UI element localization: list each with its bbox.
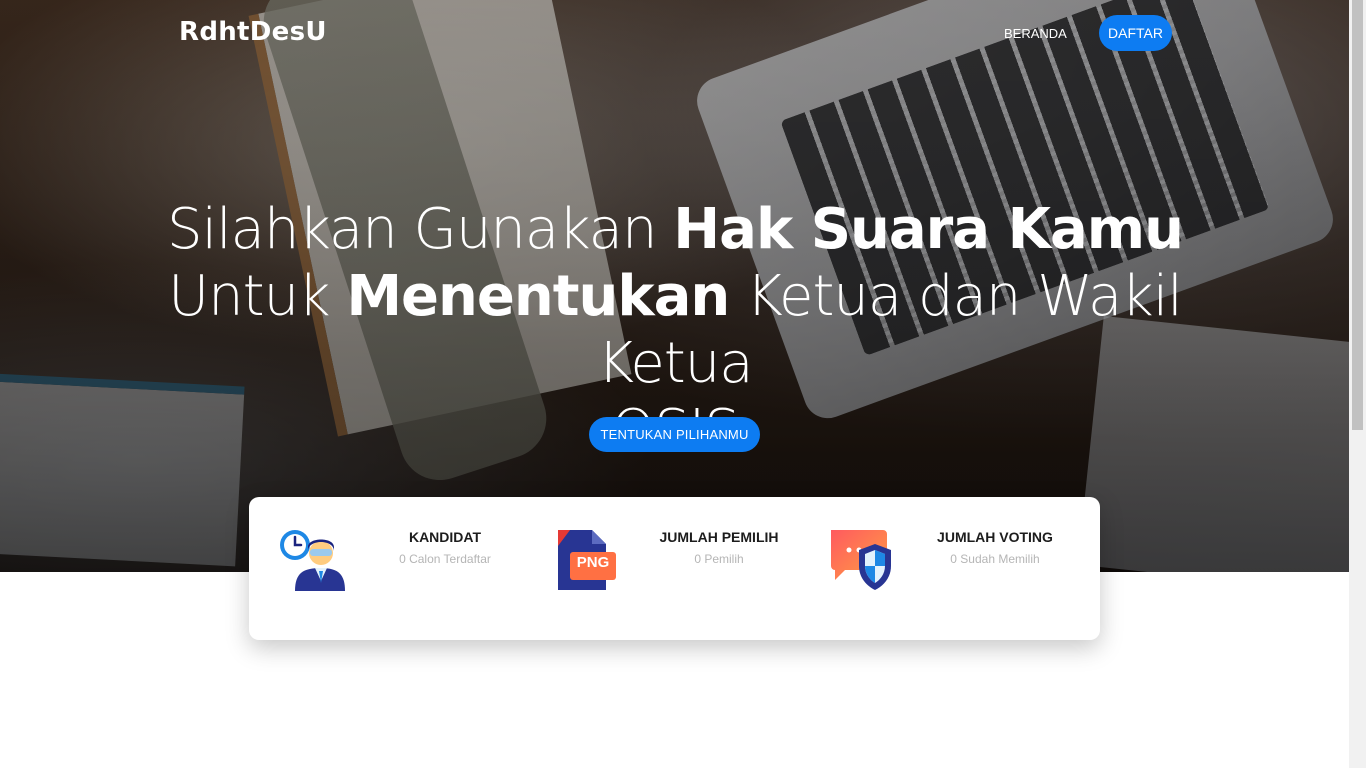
headline-line1-bold: Hak Suara Kamu bbox=[673, 197, 1184, 262]
stat-candidates-title: KANDIDAT bbox=[408, 529, 482, 545]
candidate-icon bbox=[280, 530, 345, 591]
stat-voters-title: JUMLAH PEMILIH bbox=[659, 529, 779, 545]
stat-votes-title: JUMLAH VOTING bbox=[937, 529, 1053, 545]
scrollbar-thumb[interactable] bbox=[1352, 0, 1363, 430]
nav-link-home[interactable]: BERANDA bbox=[1004, 26, 1067, 41]
headline-line2-text-a: Untuk bbox=[168, 264, 347, 329]
headline-line1: Silahkan Gunakan Hak Suara Kamu bbox=[167, 197, 1184, 262]
brand-logo[interactable]: RdhtDesU bbox=[179, 17, 327, 47]
headline-line2-bold: Menentukan bbox=[346, 264, 730, 329]
choose-candidate-button[interactable]: TENTUKAN PILIHANMU bbox=[589, 417, 760, 452]
stat-votes-value: 0 Sudah Memilih bbox=[950, 552, 1040, 566]
stats-card: KANDIDAT 0 Calon Terdaftar PNG JUMLAH PE… bbox=[249, 497, 1100, 640]
chat-shield-icon bbox=[831, 530, 891, 590]
png-label: PNG bbox=[576, 554, 610, 571]
page-scrollbar[interactable] bbox=[1349, 0, 1366, 768]
headline-line1-text: Silahkan Gunakan bbox=[167, 197, 674, 262]
stat-voters-value: 0 Pemilih bbox=[694, 552, 744, 566]
register-button[interactable]: DAFTAR bbox=[1099, 15, 1172, 51]
stat-candidates-value: 0 Calon Terdaftar bbox=[399, 552, 491, 566]
headline-line2: Untuk Menentukan Ketua dan Wakil Ketua bbox=[168, 264, 1183, 396]
